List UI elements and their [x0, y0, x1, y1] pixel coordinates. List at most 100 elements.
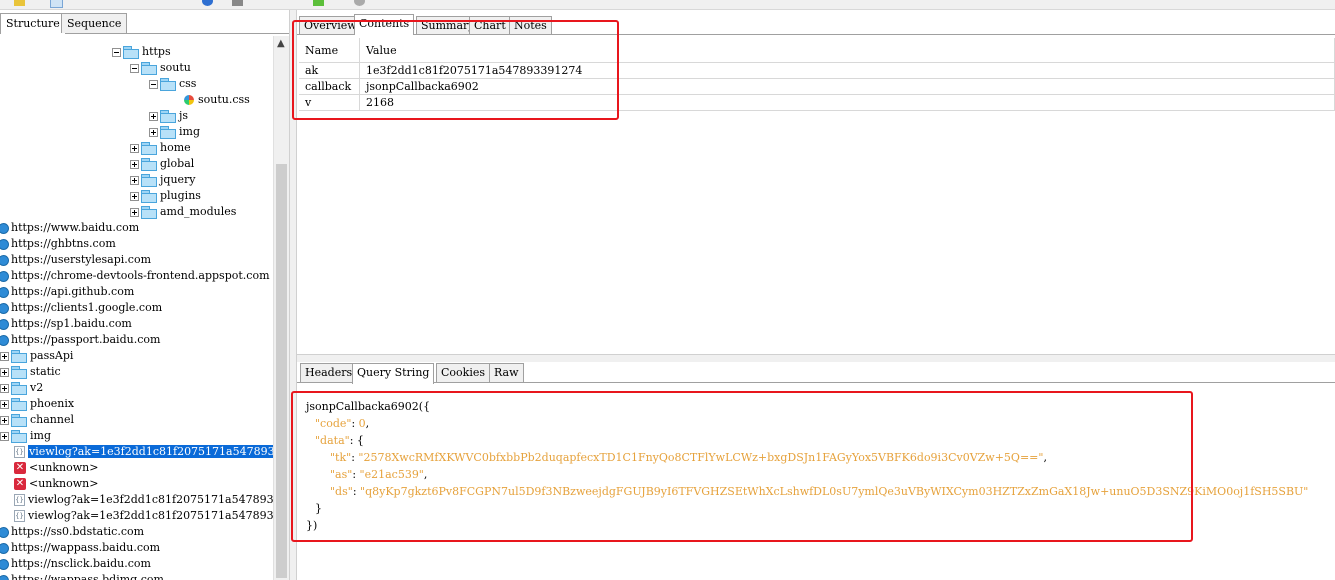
json-string: "e21ac539" — [359, 468, 424, 481]
tab-contents[interactable]: Contents — [354, 14, 415, 35]
tree-node[interactable]: img — [149, 124, 200, 140]
response-line-tk: "tk": "2578XwcRMfXKWVC0bfxbbPb2duqapfecx… — [330, 451, 1047, 464]
tree-node-label: img — [30, 429, 51, 442]
param-value: 2168 — [359, 94, 1335, 111]
expand-icon[interactable] — [130, 159, 139, 169]
globe-icon — [0, 334, 9, 346]
tree-node-label: soutu — [160, 61, 191, 74]
tree-node-label: https://userstylesapi.com — [11, 253, 152, 266]
response-body[interactable]: jsonpCallbacka6902({ "code": 0, "data": … — [297, 384, 1335, 580]
tree-node[interactable]: https://ss0.bdstatic.com — [0, 524, 144, 540]
tab-sequence[interactable]: Sequence — [61, 13, 128, 33]
collapse-icon[interactable] — [112, 47, 121, 57]
tab-chart[interactable]: Chart — [469, 16, 511, 34]
tab-notes[interactable]: Notes — [509, 16, 552, 34]
collapse-icon[interactable] — [149, 79, 158, 89]
tree-node[interactable]: passApi — [0, 348, 73, 364]
panel-splitter[interactable] — [289, 10, 297, 580]
expand-icon[interactable] — [0, 367, 9, 377]
tab-query-string[interactable]: Query String — [352, 363, 435, 384]
tree-node[interactable]: channel — [0, 412, 74, 428]
expand-icon[interactable] — [0, 431, 9, 441]
column-header-value[interactable]: Value — [359, 38, 1335, 63]
tree-node[interactable]: https://www.baidu.com — [0, 220, 139, 236]
expand-icon[interactable] — [0, 399, 9, 409]
tree-node-label: https://www.baidu.com — [11, 221, 140, 234]
tab-headers[interactable]: Headers — [300, 363, 358, 382]
tree-scrollbar[interactable]: ▲ — [273, 36, 289, 580]
scrollbar-thumb[interactable] — [276, 164, 287, 578]
collapse-icon[interactable] — [130, 63, 139, 73]
tree-node-label: https://wappass.baidu.com — [11, 541, 161, 554]
tree-node[interactable]: {}viewlog?ak=1e3f2dd1c81f2075171a5478933… — [14, 508, 273, 524]
globe-icon — [0, 558, 9, 570]
expand-icon[interactable] — [0, 383, 9, 393]
json-key: "as" — [330, 468, 353, 481]
table-row[interactable]: ak 1e3f2dd1c81f2075171a547893391274 — [299, 62, 1335, 79]
folder-icon — [160, 110, 176, 123]
tree-node[interactable]: home — [130, 140, 191, 156]
column-header-name[interactable]: Name — [299, 38, 360, 63]
expand-icon[interactable] — [130, 175, 139, 185]
scroll-up-arrow-icon[interactable]: ▲ — [277, 38, 285, 49]
tree-node[interactable]: https://nsclick.baidu.com — [0, 556, 151, 572]
tree-node[interactable]: soutu — [130, 60, 191, 76]
tree-node[interactable]: img — [0, 428, 51, 444]
globe-icon — [0, 318, 9, 330]
tree-node[interactable]: https://wappass.baidu.com — [0, 540, 160, 556]
toolbar-icon[interactable] — [202, 0, 213, 6]
tree-node[interactable]: ✕ <unknown> — [14, 476, 98, 492]
tree-node[interactable]: https://chrome-devtools-frontend.appspot… — [0, 268, 270, 284]
tree-node[interactable]: plugins — [130, 188, 201, 204]
tree-node[interactable]: {}viewlog?ak=1e3f2dd1c81f2075171a5478933… — [14, 492, 273, 508]
tab-structure[interactable]: Structure — [0, 13, 66, 34]
tree-node[interactable]: soutu.css — [184, 92, 250, 108]
tree-node[interactable]: ✕ <unknown> — [14, 460, 98, 476]
tree-node[interactable]: https — [112, 44, 171, 60]
json-key: "code" — [315, 417, 352, 430]
globe-icon — [0, 254, 9, 266]
expand-icon[interactable] — [130, 143, 139, 153]
toolbar-icon[interactable] — [14, 0, 25, 6]
tree-node[interactable]: {}viewlog?ak=1e3f2dd1c81f2075171a5478933… — [14, 444, 273, 460]
response-line-as: "as": "e21ac539", — [330, 468, 428, 481]
tab-overview[interactable]: Overview — [299, 16, 362, 34]
tree-node[interactable]: global — [130, 156, 194, 172]
tree-node[interactable]: https://passport.baidu.com — [0, 332, 160, 348]
tree-node[interactable]: js — [149, 108, 188, 124]
tree-node[interactable]: https://clients1.google.com — [0, 300, 162, 316]
expand-icon[interactable] — [130, 207, 139, 217]
tree-node[interactable]: https://api.github.com — [0, 284, 134, 300]
tab-raw[interactable]: Raw — [489, 363, 524, 382]
tree-node[interactable]: https://ghbtns.com — [0, 236, 116, 252]
expand-icon[interactable] — [149, 127, 158, 137]
expand-icon[interactable] — [149, 111, 158, 121]
toolbar-icon[interactable] — [232, 0, 243, 6]
folder-icon — [141, 190, 157, 203]
top-tab-bar: Overview Contents Summary Chart Notes — [297, 14, 1335, 35]
tree-node[interactable]: v2 — [0, 380, 43, 396]
tree-node-label: https://nsclick.baidu.com — [11, 557, 151, 570]
tree-node-label: global — [160, 157, 195, 170]
table-row[interactable]: v 2168 — [299, 94, 1335, 111]
expand-icon[interactable] — [130, 191, 139, 201]
table-row[interactable]: callback jsonpCallbacka6902 — [299, 78, 1335, 95]
tree-node[interactable]: https://wappass.bdimg.com — [0, 572, 164, 580]
host-tree[interactable]: https soutu css soutu.css js img home global jqu… — [0, 36, 273, 580]
tab-cookies[interactable]: Cookies — [436, 363, 490, 382]
tree-node-label: jquery — [160, 173, 196, 186]
tree-node[interactable]: css — [149, 76, 196, 92]
json-key: "tk" — [330, 451, 352, 464]
tree-node[interactable]: phoenix — [0, 396, 74, 412]
toolbar-icon[interactable] — [313, 0, 324, 6]
expand-icon[interactable] — [0, 415, 9, 425]
tree-node[interactable]: https://userstylesapi.com — [0, 252, 151, 268]
toolbar-icon[interactable] — [354, 0, 365, 6]
tree-node[interactable]: amd_modules — [130, 204, 236, 220]
tree-node[interactable]: static — [0, 364, 61, 380]
tree-node[interactable]: https://sp1.baidu.com — [0, 316, 132, 332]
toolbar-icon[interactable] — [50, 0, 63, 8]
tree-node[interactable]: jquery — [130, 172, 196, 188]
tree-node-label: https://wappass.bdimg.com — [11, 573, 164, 580]
expand-icon[interactable] — [0, 351, 9, 361]
